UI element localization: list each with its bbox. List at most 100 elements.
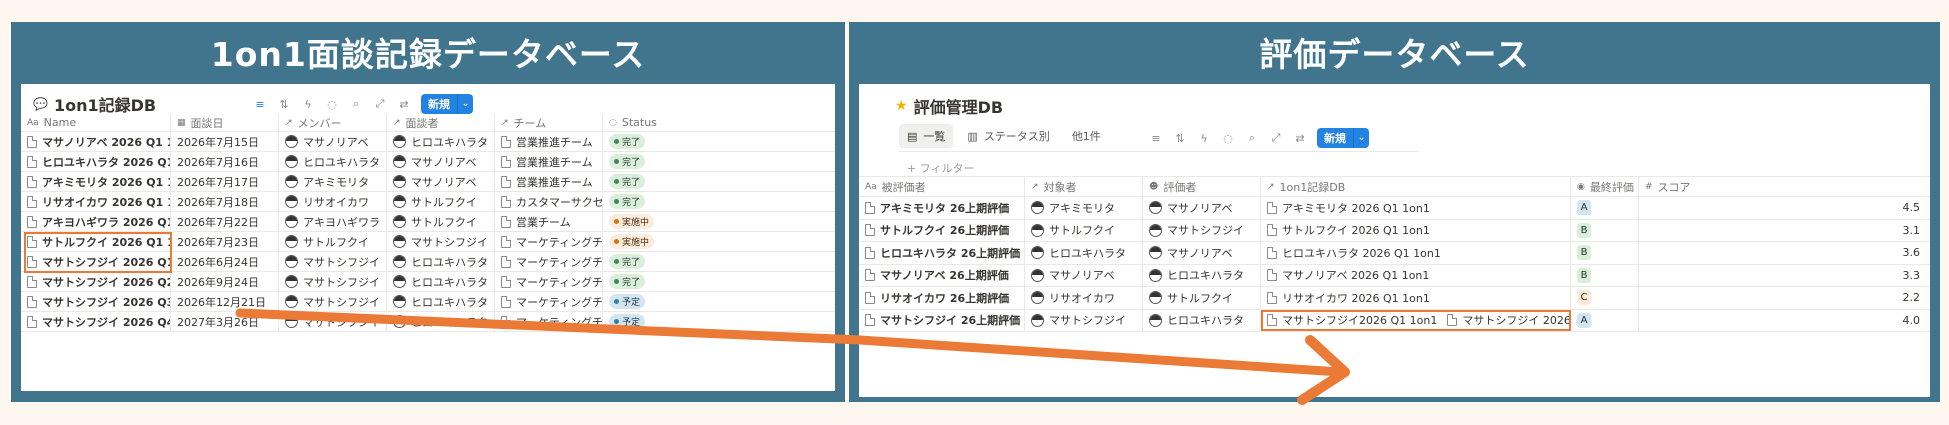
header-cell[interactable]: ↗ 1on1記録DB <box>1261 177 1571 196</box>
status-cell[interactable]: 完了 <box>603 272 835 291</box>
score-cell[interactable]: 4.0 <box>1639 310 1930 332</box>
name-cell[interactable]: マサトシフジイ 2026 Q4 1on1 <box>21 312 171 331</box>
target-cell[interactable]: マサトシフジイ <box>1025 309 1143 331</box>
header-cell[interactable]: # スコア <box>1639 177 1930 196</box>
name-cell[interactable]: ヒロユキハラタ 26上期評価 <box>859 242 1025 264</box>
relation-cell[interactable]: マサノリアベ 2026 Q1 1on1 <box>1261 264 1571 286</box>
relation-cell[interactable]: アキミモリタ 2026 Q1 1on1 <box>1261 197 1571 219</box>
member-cell[interactable]: サトルフクイ <box>279 232 387 251</box>
grade-cell[interactable]: B <box>1571 264 1639 286</box>
eye-off-icon[interactable]: ◌ <box>325 97 339 111</box>
evaluator-cell[interactable]: ヒロユキハラタ <box>1143 264 1261 286</box>
name-cell[interactable]: アキヨハギワラ 2026 Q1 1on1 <box>21 212 171 231</box>
interviewer-cell[interactable]: サトルフクイ <box>387 192 495 211</box>
name-cell[interactable]: ヒロユキハラタ 2026 Q1 1on1 <box>21 152 171 171</box>
team-cell[interactable]: マーケティングチーム <box>495 292 603 311</box>
table-row[interactable]: マサノリアベ 2026 Q1 1on1 2026年7月15日 マサノリアベ ヒロユキハ… <box>21 132 835 152</box>
name-cell[interactable]: マサトシフジイ 2026 Q3 1on1 <box>21 292 171 311</box>
date-cell[interactable]: 2026年7月23日 <box>171 232 279 251</box>
name-cell[interactable]: サトルフクイ 26上期評価 <box>859 219 1025 241</box>
lightning-icon[interactable]: ϟ <box>1197 131 1211 145</box>
new-button[interactable]: 新規 ⌄ <box>1317 128 1369 148</box>
header-cell[interactable]: ▦ 面談日 <box>171 114 279 131</box>
status-cell[interactable]: 予定 <box>603 292 835 311</box>
header-cell[interactable]: Aa Name <box>21 114 171 131</box>
relation-cell[interactable]: マサトシフジイ2026 Q1 1on1 マサトシフジイ 2026 Q2 1on1 <box>1261 309 1571 331</box>
evaluator-cell[interactable]: マサノリアベ <box>1143 197 1261 219</box>
evaluator-cell[interactable]: マサノリアベ <box>1143 242 1261 264</box>
member-cell[interactable]: アキヨハギワラ <box>279 212 387 231</box>
eye-off-icon[interactable]: ◌ <box>1221 131 1235 145</box>
table-row[interactable]: マサトシフジイ 2026 Q2 1on1 2026年9月24日 マサトシフジイ ヒロユ… <box>21 272 835 292</box>
team-cell[interactable]: 営業チーム <box>495 212 603 231</box>
team-cell[interactable]: 営業推進チーム <box>495 132 603 151</box>
interviewer-cell[interactable]: ヒロユキハラタ <box>387 132 495 151</box>
date-cell[interactable]: 2026年7月22日 <box>171 212 279 231</box>
header-cell[interactable]: ☻ 評価者 <box>1143 177 1261 196</box>
evaluator-cell[interactable]: サトルフクイ <box>1143 287 1261 309</box>
interviewer-cell[interactable]: マサノリアベ <box>387 172 495 191</box>
grade-cell[interactable]: C <box>1571 287 1639 309</box>
filter-icon[interactable]: ≡ <box>1149 131 1163 145</box>
expand-icon[interactable]: ⤢ <box>1269 131 1283 145</box>
table-row[interactable]: ヒロユキハラタ 2026 Q1 1on1 2026年7月16日 ヒロユキハラタ マサノ… <box>21 152 835 172</box>
member-cell[interactable]: マサトシフジイ <box>279 272 387 291</box>
name-cell[interactable]: マサノリアベ 26上期評価 <box>859 264 1025 286</box>
member-cell[interactable]: マサトシフジイ <box>279 292 387 311</box>
status-cell[interactable]: 予定 <box>603 312 835 331</box>
table-row[interactable]: サトルフクイ 26上期評価 サトルフクイ マサトシフジイ サトルフクイ 2026 Q1… <box>859 219 1930 242</box>
evaluator-cell[interactable]: マサトシフジイ <box>1143 219 1261 241</box>
interviewer-cell[interactable]: ヒロユキハラタ <box>387 292 495 311</box>
grade-cell[interactable]: A <box>1571 197 1639 219</box>
name-cell[interactable]: リサオイカワ 2026 Q1 1on1 <box>21 192 171 211</box>
name-cell[interactable]: アキミモリタ 2026 Q1 1on1 <box>21 172 171 191</box>
name-cell[interactable]: アキミモリタ 26上期評価 <box>859 197 1025 219</box>
sort-icon[interactable]: ⇅ <box>277 97 291 111</box>
status-cell[interactable]: 完了 <box>603 252 835 271</box>
table-row[interactable]: アキヨハギワラ 2026 Q1 1on1 2026年7月22日 アキヨハギワラ サトル… <box>21 212 835 232</box>
grade-cell[interactable]: A <box>1571 309 1639 331</box>
header-cell[interactable]: Aa 被評価者 <box>859 177 1025 196</box>
header-cell[interactable]: ↗ メンバー <box>279 114 387 131</box>
team-cell[interactable]: 営業推進チーム <box>495 152 603 171</box>
relation-cell[interactable]: サトルフクイ 2026 Q1 1on1 <box>1261 219 1571 241</box>
date-cell[interactable]: 2026年7月15日 <box>171 132 279 151</box>
filter-icon[interactable]: ≡ <box>253 97 267 111</box>
score-cell[interactable]: 3.6 <box>1639 242 1930 264</box>
table-row[interactable]: リサオイカワ 2026 Q1 1on1 2026年7月18日 リサオイカワ サトルフク… <box>21 192 835 212</box>
team-cell[interactable]: マーケティングチーム <box>495 312 603 331</box>
team-cell[interactable]: 営業推進チーム <box>495 172 603 191</box>
date-cell[interactable]: 2026年7月17日 <box>171 172 279 191</box>
status-cell[interactable]: 完了 <box>603 152 835 171</box>
team-cell[interactable]: マーケティングチーム <box>495 232 603 251</box>
search-icon[interactable]: ⌕ <box>1245 131 1259 145</box>
team-cell[interactable]: カスタマーサクセスチーム <box>495 192 603 211</box>
score-cell[interactable]: 2.2 <box>1639 287 1930 309</box>
date-cell[interactable]: 2026年6月24日 <box>171 252 279 271</box>
target-cell[interactable]: ヒロユキハラタ <box>1025 242 1143 264</box>
table-row[interactable]: アキミモリタ 26上期評価 アキミモリタ マサノリアベ アキミモリタ 2026 Q1 … <box>859 197 1930 220</box>
member-cell[interactable]: マサトシフジイ <box>279 252 387 271</box>
interviewer-cell[interactable]: サトルフクイ <box>387 212 495 231</box>
grade-cell[interactable]: B <box>1571 242 1639 264</box>
interviewer-cell[interactable]: ヒロユキハラタ <box>387 272 495 291</box>
header-cell[interactable]: ↗ 対象者 <box>1025 177 1143 196</box>
relation-cell[interactable]: リサオイカワ 2026 Q1 1on1 <box>1261 287 1571 309</box>
tab-more[interactable]: 他1件 <box>1064 124 1109 148</box>
tab-all[interactable]: ▤ 一覧 <box>899 124 954 148</box>
member-cell[interactable]: アキミモリタ <box>279 172 387 191</box>
target-cell[interactable]: サトルフクイ <box>1025 219 1143 241</box>
score-cell[interactable]: 3.1 <box>1639 220 1930 242</box>
add-filter-button[interactable]: + フィルター <box>907 160 975 176</box>
status-cell[interactable]: 完了 <box>603 132 835 151</box>
table-row[interactable]: ヒロユキハラタ 26上期評価 ヒロユキハラタ マサノリアベ ヒロユキハラタ 2026 … <box>859 242 1930 265</box>
settings-icon[interactable]: ⇄ <box>397 97 411 111</box>
name-cell[interactable]: リサオイカワ 26上期評価 <box>859 287 1025 309</box>
header-cell[interactable]: ↗ チーム <box>495 114 603 131</box>
header-cell[interactable]: ↗ 面談者 <box>387 114 495 131</box>
header-cell[interactable]: ◌ Status <box>603 114 835 131</box>
date-cell[interactable]: 2026年7月16日 <box>171 152 279 171</box>
header-cell[interactable]: ◉ 最終評価 <box>1571 177 1639 196</box>
lightning-icon[interactable]: ϟ <box>301 97 315 111</box>
date-cell[interactable]: 2027年3月26日 <box>171 312 279 331</box>
